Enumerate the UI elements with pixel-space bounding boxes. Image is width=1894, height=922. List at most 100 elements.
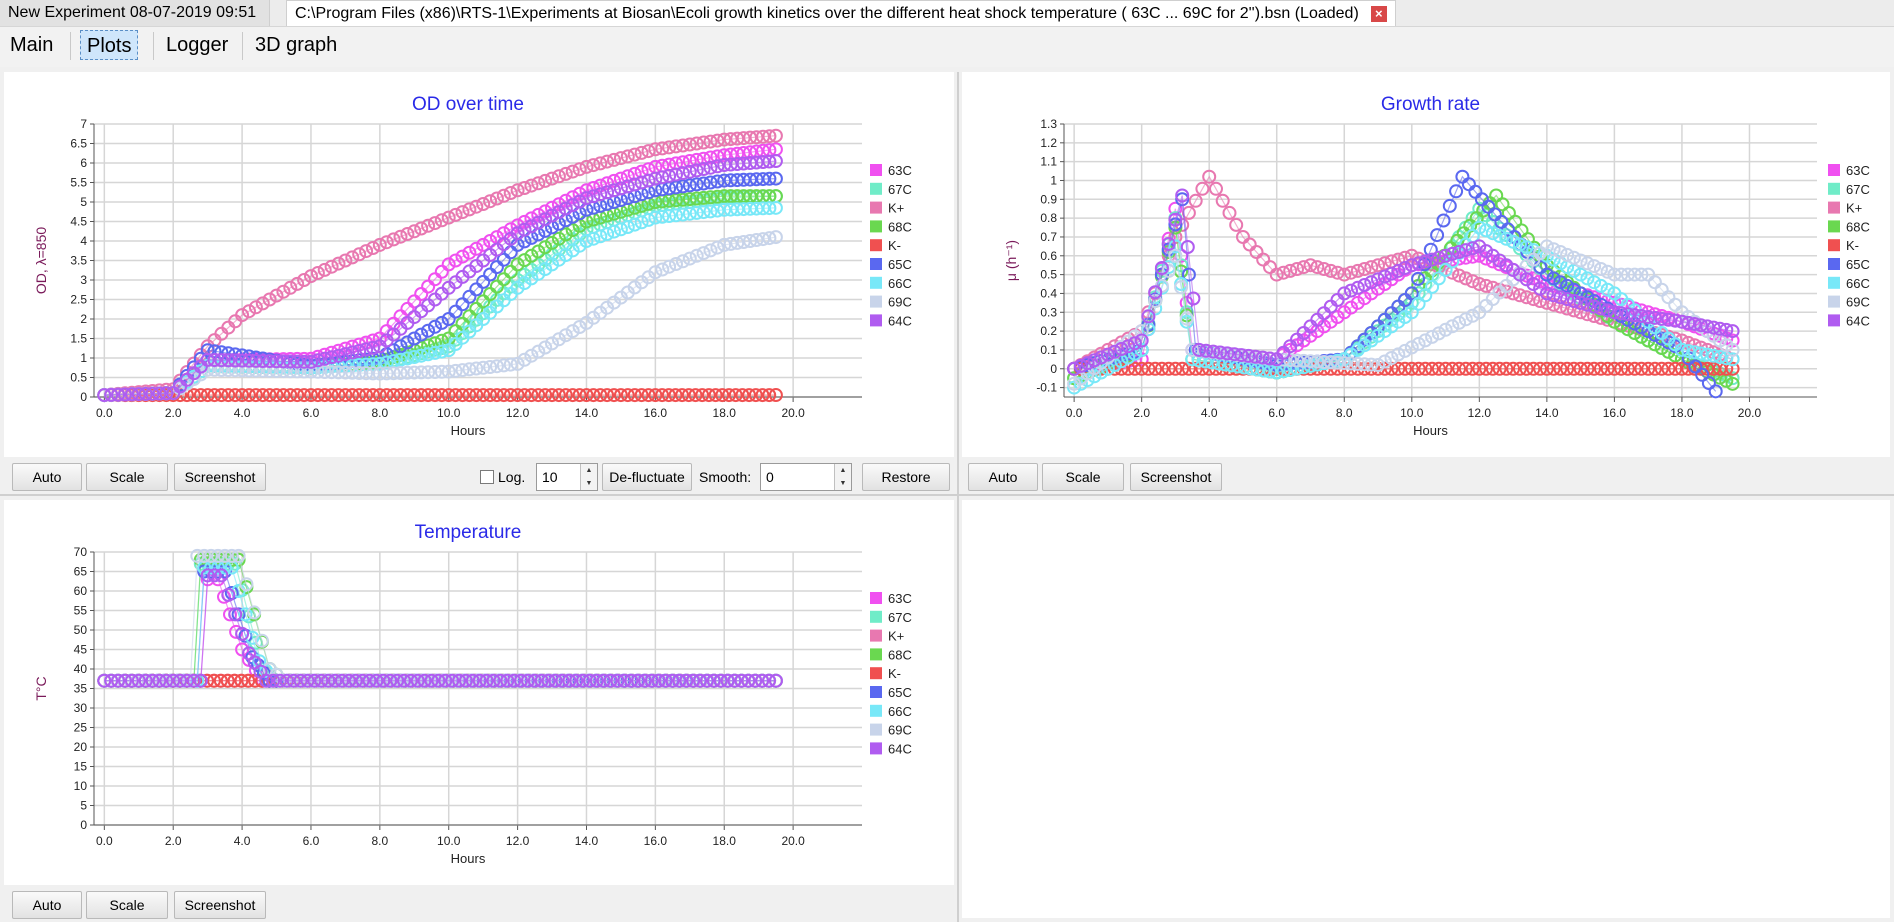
empty-panel: [962, 500, 1890, 918]
tab-separator: [242, 32, 243, 60]
legend-label: K-: [888, 238, 901, 253]
spin-arrows[interactable]: ▲ ▼: [834, 464, 851, 490]
y-tick-label: 25: [74, 721, 88, 735]
y-tick-label: 1.2: [1040, 136, 1057, 150]
legend-swatch: [1828, 239, 1840, 252]
x-tick-label: 2.0: [1133, 406, 1150, 420]
vertical-splitter[interactable]: [957, 72, 959, 922]
x-tick-label: 4.0: [1201, 406, 1218, 420]
tab-separator: [70, 32, 71, 60]
x-tick-label: 2.0: [165, 406, 182, 420]
growth-rate-chart[interactable]: Growth rate0.0 2.0 4.0 6.0 8.0 10.0 12.0 14.0 16…: [962, 72, 1890, 457]
y-tick-label: 6: [80, 156, 87, 170]
legend-swatch: [870, 723, 882, 736]
auto-button[interactable]: Auto: [12, 463, 82, 491]
legend-label: 64C: [888, 741, 912, 756]
legend-swatch: [1828, 314, 1840, 327]
legend-label: K+: [888, 629, 904, 644]
legend-swatch: [1828, 295, 1840, 308]
legend-label: 68C: [1846, 219, 1870, 234]
down-arrow-icon[interactable]: ▼: [581, 477, 597, 490]
y-tick-label: 0: [80, 818, 87, 832]
y-tick-label: 5: [80, 799, 87, 813]
legend-label: 69C: [1846, 295, 1870, 310]
x-tick-label: 20.0: [1738, 406, 1762, 420]
chart-legend: 63C 67C K+ 68C K- 65C 66C 69C 64C: [870, 163, 912, 328]
y-tick-label: 20: [74, 740, 88, 754]
y-tick-label: 4.5: [70, 215, 87, 229]
legend-swatch: [870, 610, 882, 623]
screenshot-button[interactable]: Screenshot: [174, 891, 266, 919]
defluctuate-button[interactable]: De-fluctuate: [602, 463, 692, 491]
series-K-: [97, 388, 783, 403]
x-tick-label: 8.0: [372, 406, 389, 420]
legend-label: 66C: [1846, 276, 1870, 291]
tab-3d-graph[interactable]: 3D graph: [249, 30, 343, 60]
scale-button[interactable]: Scale: [86, 463, 168, 491]
down-arrow-icon[interactable]: ▼: [835, 477, 851, 490]
x-tick-label: 12.0: [506, 406, 530, 420]
legend-label: 67C: [888, 610, 912, 625]
legend-swatch: [870, 258, 882, 270]
y-tick-label: 1: [80, 351, 87, 365]
y-tick-label: 35: [74, 682, 88, 696]
legend-label: 69C: [888, 723, 912, 738]
od-over-time-chart[interactable]: OD over time 0.0 2.0 4.0 6.0 8.0 10.0 12.0 14.0 1…: [4, 72, 954, 457]
legend-label: K+: [888, 201, 904, 216]
y-tick-label: 65: [74, 565, 88, 579]
log-base-stepper[interactable]: 10 ▲ ▼: [536, 463, 598, 491]
y-axis-label: OD, λ=850: [33, 227, 49, 295]
chart-legend: 63C 67C K+ 68C K- 65C 66C 69C 64C: [1828, 163, 1870, 328]
horizontal-splitter[interactable]: [0, 494, 1894, 496]
document-tab-loaded-file[interactable]: C:\Program Files (x86)\RTS-1\Experiments…: [286, 0, 1396, 26]
up-arrow-icon[interactable]: ▲: [835, 464, 851, 477]
y-tick-label: 45: [74, 643, 88, 657]
document-tab-new-experiment[interactable]: New Experiment 08-07-2019 09:51: [0, 0, 270, 26]
y-tick-label: 3.5: [70, 254, 87, 268]
restore-button[interactable]: Restore: [862, 463, 950, 491]
legend-swatch: [1828, 164, 1840, 176]
log-checkbox[interactable]: [480, 470, 494, 484]
od-toolbar: Auto Scale Screenshot Log. 10 ▲ ▼ De-fluc…: [4, 457, 954, 493]
x-tick-label: 10.0: [437, 834, 461, 848]
legend-swatch: [870, 629, 882, 642]
temperature-chart[interactable]: Temperature 0.0 2.0 4.0 6.0 8.0 10.0 12.0 14.0 16…: [4, 500, 954, 885]
smooth-stepper[interactable]: 0 ▲ ▼: [760, 463, 852, 491]
x-tick-label: 10.0: [437, 406, 461, 420]
series-69C: [97, 230, 783, 403]
legend-swatch: [870, 704, 882, 717]
legend-label: 65C: [888, 685, 912, 700]
x-tick-label: 0.0: [1066, 406, 1083, 420]
tab-logger[interactable]: Logger: [160, 30, 234, 60]
tab-plots[interactable]: Plots: [80, 30, 139, 60]
y-tick-label: 0.3: [1040, 305, 1057, 319]
x-tick-label: 4.0: [234, 406, 251, 420]
scale-button[interactable]: Scale: [1042, 463, 1124, 491]
screenshot-button[interactable]: Screenshot: [174, 463, 266, 491]
y-tick-label: 0.6: [1040, 249, 1057, 263]
spin-arrows[interactable]: ▲ ▼: [580, 464, 597, 490]
x-tick-label: 16.0: [644, 406, 668, 420]
y-tick-label: 2: [80, 312, 87, 326]
series-K-: [1067, 361, 1740, 376]
scale-button[interactable]: Scale: [86, 891, 168, 919]
auto-button[interactable]: Auto: [12, 891, 82, 919]
up-arrow-icon[interactable]: ▲: [581, 464, 597, 477]
x-tick-label: 20.0: [781, 406, 805, 420]
y-tick-label: 1.5: [70, 332, 87, 346]
x-tick-label: 2.0: [165, 834, 182, 848]
screenshot-button[interactable]: Screenshot: [1130, 463, 1222, 491]
tab-main[interactable]: Main: [4, 30, 59, 60]
close-icon[interactable]: ×: [1370, 6, 1387, 22]
auto-button[interactable]: Auto: [968, 463, 1038, 491]
y-tick-label: 5: [80, 195, 87, 209]
legend-swatch: [870, 182, 882, 195]
y-tick-label: 0: [1050, 362, 1057, 376]
legend-label: 63C: [1846, 163, 1870, 178]
y-tick-label: 15: [74, 760, 88, 774]
y-tick-label: 0.5: [70, 371, 87, 385]
legend-swatch: [1828, 220, 1840, 233]
temperature-plot-panel: Temperature 0.0 2.0 4.0 6.0 8.0 10.0 12.0 14.0 16…: [4, 500, 954, 885]
y-tick-label: 0.7: [1040, 230, 1057, 244]
legend-label: 69C: [888, 295, 912, 310]
